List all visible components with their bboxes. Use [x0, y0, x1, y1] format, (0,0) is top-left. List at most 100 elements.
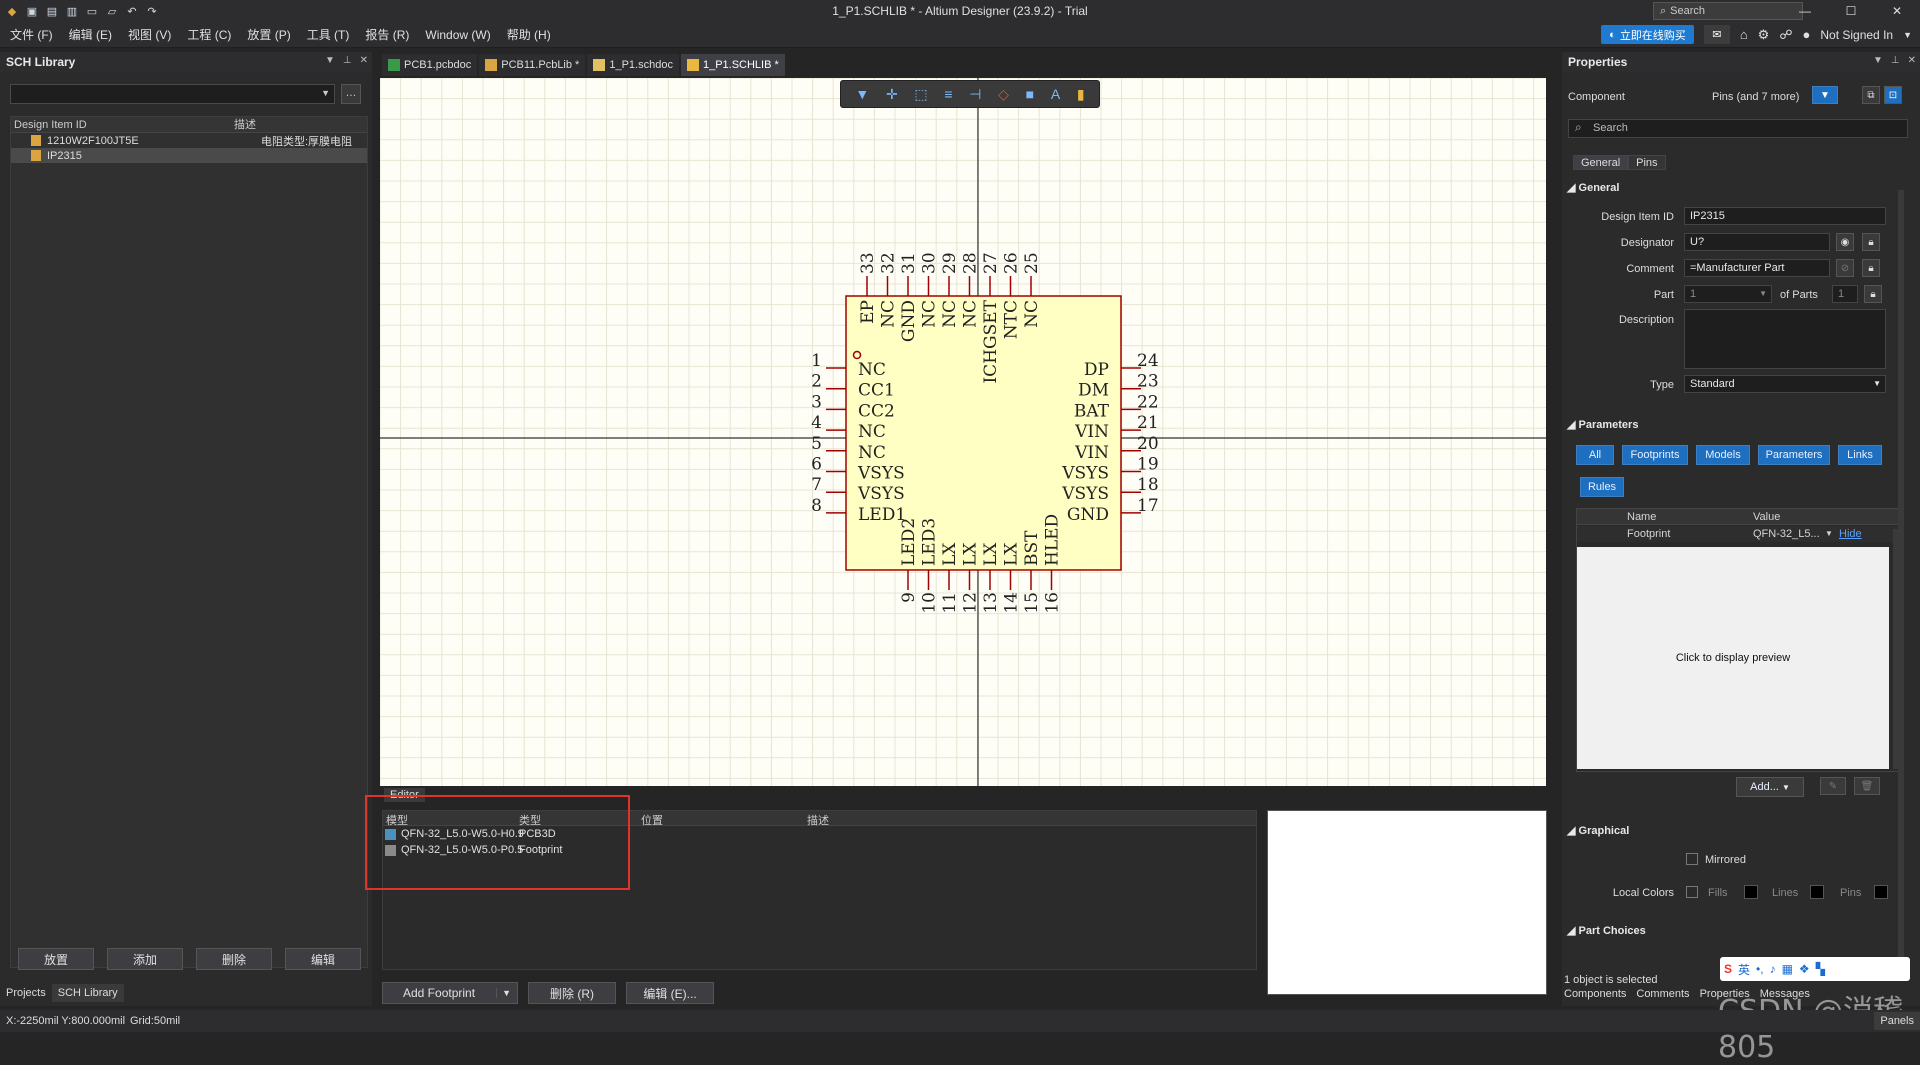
place-pin-icon[interactable]: ⊣: [969, 86, 981, 103]
tab-comments[interactable]: Comments: [1636, 988, 1689, 1000]
mirrored-checkbox[interactable]: [1686, 853, 1698, 865]
panel-menu-icon[interactable]: ▼: [1873, 55, 1883, 66]
param-filter-footprints[interactable]: Footprints: [1622, 445, 1688, 465]
select-rect-icon[interactable]: ⬚: [914, 86, 927, 103]
menu-help[interactable]: 帮助 (H): [499, 26, 559, 43]
move-cross-icon[interactable]: ✛: [886, 86, 898, 103]
table-row[interactable]: 1210W2F100JT5E 电阻类型:厚膜电阻: [11, 133, 367, 148]
filter-icon[interactable]: ▼: [1812, 86, 1838, 104]
table-row[interactable]: IP2315: [11, 148, 367, 163]
save-icon[interactable]: ▣: [24, 3, 40, 19]
library-filter-combo[interactable]: ▼: [10, 84, 335, 104]
lock-icon[interactable]: 🔒︎: [1864, 285, 1882, 303]
menu-edit[interactable]: 编辑 (E): [61, 26, 120, 43]
pins-color-swatch[interactable]: [1874, 885, 1888, 899]
lock-icon[interactable]: 🔒︎: [1862, 259, 1880, 277]
param-value[interactable]: QFN-32_L5...: [1753, 528, 1820, 540]
rectangle-icon[interactable]: ■: [1026, 86, 1034, 102]
tab-sch-library[interactable]: SCH Library: [51, 984, 124, 1002]
chevron-down-icon[interactable]: ▼: [496, 988, 511, 998]
place-button[interactable]: 放置: [18, 948, 94, 970]
messages-button[interactable]: ✉: [1703, 25, 1730, 44]
open-project-icon[interactable]: ▱: [104, 3, 120, 19]
chevron-down-icon[interactable]: ▼: [1903, 30, 1912, 40]
menu-reports[interactable]: 报告 (R): [357, 26, 417, 43]
close-icon[interactable]: ✕: [360, 55, 368, 66]
type-select[interactable]: Standard ▼: [1684, 375, 1886, 393]
param-filter-parameters[interactable]: Parameters: [1758, 445, 1830, 465]
add-parameter-button[interactable]: Add... ▼: [1736, 777, 1804, 797]
save-all-icon[interactable]: ▤: [44, 3, 60, 19]
gear-icon[interactable]: ⚙: [1758, 27, 1770, 43]
comment-field[interactable]: =Manufacturer Part: [1684, 259, 1830, 277]
ime-lang-icon[interactable]: 英: [1738, 961, 1750, 978]
part-icon[interactable]: ▮: [1077, 86, 1085, 103]
tab-1-p1-schlib[interactable]: 1_P1.SCHLIB *: [680, 54, 785, 76]
print-icon[interactable]: ▥: [64, 3, 80, 19]
close-icon[interactable]: ✕: [1908, 55, 1916, 66]
menu-file[interactable]: 文件 (F): [2, 26, 61, 43]
schematic-canvas[interactable]: 33 EP 32 NC 31 GND 30 NC 29 NC 28 NC 27 ICHGSET 26 NTC 2…: [380, 78, 1546, 786]
edit-button[interactable]: 编辑: [285, 948, 361, 970]
text-icon[interactable]: A: [1051, 86, 1060, 102]
schematic-drawing[interactable]: 33EP32NC31GND30NC29NC28NC27ICHGSET26NTC2…: [380, 78, 1546, 786]
fills-checkbox[interactable]: [1686, 886, 1698, 898]
design-item-id-field[interactable]: IP2315: [1684, 207, 1886, 225]
model-preview[interactable]: [1267, 810, 1547, 995]
hide-link[interactable]: Hide: [1839, 528, 1862, 540]
parameters-section-header[interactable]: ◢ Parameters: [1567, 418, 1638, 431]
part-field[interactable]: 1 ▼: [1684, 285, 1772, 303]
properties-search-input[interactable]: Search: [1568, 119, 1908, 138]
col-description[interactable]: 描述: [231, 117, 256, 132]
minimize-button[interactable]: —: [1782, 0, 1828, 22]
edit-pencil-icon[interactable]: ✎: [1820, 777, 1846, 795]
tab-1-p1-schdoc[interactable]: 1_P1.schdoc: [587, 54, 679, 76]
menu-place[interactable]: 放置 (P): [239, 26, 298, 43]
delete-button[interactable]: 删除: [196, 948, 272, 970]
part-choices-section-header[interactable]: ◢ Part Choices: [1567, 924, 1646, 937]
close-button[interactable]: ✕: [1874, 0, 1920, 22]
designator-field[interactable]: U?: [1684, 233, 1830, 251]
param-filter-links[interactable]: Links: [1838, 445, 1882, 465]
lines-color-swatch[interactable]: [1810, 885, 1824, 899]
sign-in-status[interactable]: Not Signed In: [1820, 28, 1893, 42]
tab-pins[interactable]: Pins: [1628, 155, 1666, 170]
pin-icon[interactable]: ⊥: [1891, 55, 1900, 66]
select-add-icon[interactable]: ⊡: [1884, 86, 1902, 104]
visibility-eye-icon[interactable]: ◉: [1836, 233, 1854, 251]
table-row[interactable]: Footprint QFN-32_L5... ▼ Hide: [1577, 526, 1903, 542]
pin-icon[interactable]: ⊥: [343, 55, 352, 66]
general-section-header[interactable]: ◢ General: [1567, 181, 1619, 194]
fills-color-swatch[interactable]: [1744, 885, 1758, 899]
add-button[interactable]: 添加: [107, 948, 183, 970]
tab-projects[interactable]: Projects: [0, 984, 52, 1002]
param-filter-rules[interactable]: Rules: [1580, 477, 1624, 497]
panel-menu-icon[interactable]: ▼: [325, 55, 335, 66]
menu-project[interactable]: 工程 (C): [179, 26, 239, 43]
visibility-off-icon[interactable]: ⊘: [1836, 259, 1854, 277]
tab-components[interactable]: Components: [1564, 988, 1626, 1000]
buy-online-button[interactable]: ◐ 立即在线购买: [1601, 25, 1694, 44]
col-value[interactable]: Value: [1753, 511, 1780, 523]
ime-menu-icon[interactable]: ▚: [1816, 962, 1825, 976]
tab-pcb11-pcblib[interactable]: PCB11.PcbLib *: [479, 54, 586, 76]
ime-skin-icon[interactable]: ❖: [1799, 962, 1810, 976]
menu-view[interactable]: 视图 (V): [120, 26, 179, 43]
trash-icon[interactable]: 🗑︎: [1854, 777, 1880, 795]
col-design-item-id[interactable]: Design Item ID: [11, 117, 231, 132]
undo-icon[interactable]: ↶: [124, 3, 140, 19]
redo-icon[interactable]: ↷: [144, 3, 160, 19]
select-icon[interactable]: ⧉: [1862, 86, 1880, 104]
chevron-down-icon[interactable]: ▼: [1825, 529, 1833, 538]
menu-window[interactable]: Window (W): [417, 28, 498, 42]
filter-icon[interactable]: ▼: [855, 86, 869, 102]
ime-voice-icon[interactable]: ♪: [1770, 962, 1776, 976]
tab-pcb1-pcbdoc[interactable]: PCB1.pcbdoc: [382, 54, 478, 76]
erase-icon[interactable]: ◇: [998, 86, 1009, 103]
ime-logo-icon[interactable]: S: [1724, 962, 1732, 976]
ime-punct-icon[interactable]: •,: [1756, 962, 1764, 976]
account-icon[interactable]: ●: [1803, 27, 1811, 42]
align-icon[interactable]: ≡: [944, 86, 952, 102]
lock-icon[interactable]: 🔒︎: [1862, 233, 1880, 251]
edit-model-button[interactable]: 编辑 (E)...: [626, 982, 714, 1004]
